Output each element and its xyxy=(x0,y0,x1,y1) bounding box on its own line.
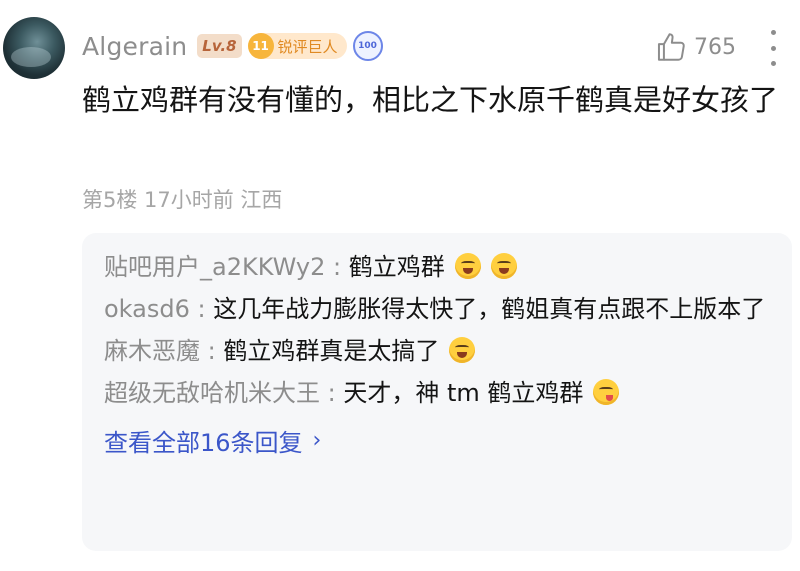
comment-content: 鹤立鸡群有没有懂的，相比之下水原千鹤真是好女孩了 xyxy=(82,83,779,117)
reply-text: 鹤立鸡群真是太搞了 xyxy=(223,337,440,365)
more-vertical-icon[interactable] xyxy=(763,30,783,66)
reply-separator: : xyxy=(189,295,214,323)
fan-badge[interactable]: 11 锐评巨人 xyxy=(247,33,347,59)
reply-separator: : xyxy=(200,337,224,365)
username[interactable]: Algerain xyxy=(82,32,187,61)
grin-emoji-icon xyxy=(454,253,481,279)
like-count: 765 xyxy=(694,34,736,60)
like-button[interactable]: 765 xyxy=(654,30,736,64)
view-all-label: 查看全部16条回复 xyxy=(104,429,303,457)
reply-separator: : xyxy=(320,379,344,407)
reply-author[interactable]: 贴吧用户_a2KKWy2 xyxy=(104,253,325,281)
reply-text: 这几年战力膨胀得太快了，鹤姐真有点跟不上版本了 xyxy=(213,295,766,323)
view-all-replies-link[interactable]: 查看全部16条回复 › xyxy=(104,423,321,458)
reply-author[interactable]: 麻木恶魔 xyxy=(104,337,200,365)
avatar[interactable] xyxy=(3,17,65,79)
yum-emoji-icon xyxy=(593,379,620,405)
chevron-right-icon: › xyxy=(312,428,322,453)
comment-header: Algerain Lv.8 11 锐评巨人 100 xyxy=(82,26,383,66)
reply-text: 鹤立鸡群 xyxy=(348,253,445,281)
reply-item[interactable]: 贴吧用户_a2KKWy2 : 鹤立鸡群 xyxy=(104,249,772,286)
reply-author[interactable]: okasd6 xyxy=(104,295,190,323)
thumbs-up-icon xyxy=(657,33,685,61)
reply-author[interactable]: 超级无敌哈机米大王 xyxy=(104,379,320,407)
hundred-badge-icon: 100 xyxy=(352,31,383,61)
reply-item[interactable]: 麻木恶魔 : 鹤立鸡群真是太搞了 xyxy=(104,333,772,370)
grin-emoji-icon xyxy=(490,253,517,279)
reply-text: 天才，神 tm 鹤立鸡群 xyxy=(343,379,584,407)
grin-emoji-icon xyxy=(449,337,476,363)
reply-list: 贴吧用户_a2KKWy2 : 鹤立鸡群 okasd6 : 这几年战力膨胀得太快了… xyxy=(82,233,792,551)
fan-badge-label: 锐评巨人 xyxy=(277,37,338,56)
reply-item[interactable]: 超级无敌哈机米大王 : 天才，神 tm 鹤立鸡群 xyxy=(104,375,772,412)
level-badge: Lv.8 xyxy=(197,34,242,58)
fan-badge-level: 11 xyxy=(247,33,274,59)
reply-item[interactable]: okasd6 : 这几年战力膨胀得太快了，鹤姐真有点跟不上版本了 xyxy=(104,291,772,328)
reply-separator: : xyxy=(325,253,349,281)
comment-meta: 第5楼 17小时前 江西 xyxy=(82,188,283,212)
